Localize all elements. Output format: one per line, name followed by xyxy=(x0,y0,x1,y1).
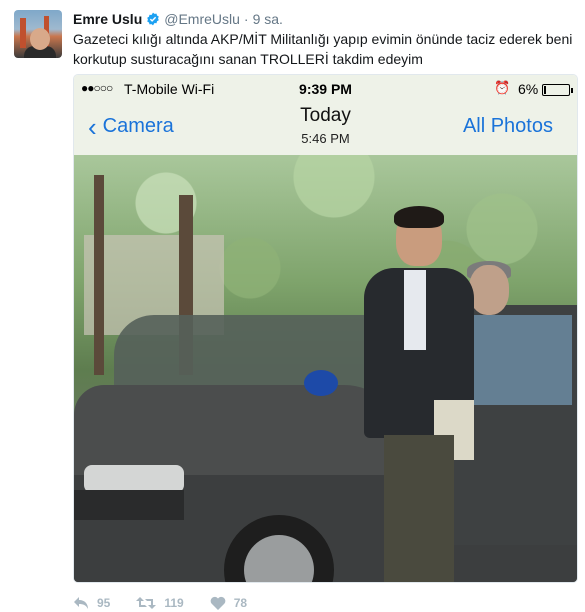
man-hair xyxy=(394,206,444,228)
author-name[interactable]: Emre Uslu xyxy=(73,11,142,27)
retweet-icon xyxy=(136,597,157,609)
heart-icon xyxy=(210,596,226,610)
retweet-count: 119 xyxy=(164,596,184,610)
car-bumper xyxy=(74,490,184,520)
tweet-actions: 95 119 78 xyxy=(73,595,273,611)
verified-badge-icon xyxy=(146,12,160,26)
avatar[interactable] xyxy=(14,10,62,58)
man-shirt xyxy=(404,270,426,350)
microphone xyxy=(304,370,338,396)
like-count: 78 xyxy=(233,596,248,610)
avatar-face xyxy=(30,28,50,50)
reply-count: 95 xyxy=(97,596,111,610)
battery-fill xyxy=(544,86,546,94)
tweet-header: Emre Uslu @EmreUslu · 9 sa. xyxy=(73,10,283,28)
tweet-media-image[interactable]: ●●○○○ T-Mobile Wi-Fi 9:39 PM ⏰ 6% ‹ Came… xyxy=(73,74,578,583)
car-headlight xyxy=(84,465,184,493)
phone-screen-header: ●●○○○ T-Mobile Wi-Fi 9:39 PM ⏰ 6% ‹ Came… xyxy=(74,75,577,155)
separator-dot: · xyxy=(243,11,249,27)
photos-nav-bar: ‹ Camera Today 5:46 PM All Photos xyxy=(74,103,577,153)
tweet-text: Gazeteci kılığı altında AKP/MİT Militanl… xyxy=(73,31,573,67)
reply-icon xyxy=(74,597,88,609)
author-handle[interactable]: @EmreUslu xyxy=(164,11,240,27)
standing-man xyxy=(344,206,494,582)
retweet-button[interactable]: 119 xyxy=(136,596,184,610)
all-photos-button[interactable]: All Photos xyxy=(463,115,553,138)
tweet-timestamp[interactable]: 9 sa. xyxy=(253,11,283,27)
alarm-clock-icon: ⏰ xyxy=(494,80,511,95)
man-trousers xyxy=(384,435,454,582)
battery-percent: 6% xyxy=(518,81,539,97)
like-button[interactable]: 78 xyxy=(210,596,247,610)
battery-icon xyxy=(542,84,573,96)
tweet: Emre Uslu @EmreUslu · 9 sa. Gazeteci kıl… xyxy=(0,0,585,612)
reply-button[interactable]: 95 xyxy=(73,596,110,610)
street-photo xyxy=(74,155,577,582)
phone-status-bar: ●●○○○ T-Mobile Wi-Fi 9:39 PM ⏰ 6% xyxy=(74,80,577,99)
avatar-bridge-tower xyxy=(20,18,26,48)
